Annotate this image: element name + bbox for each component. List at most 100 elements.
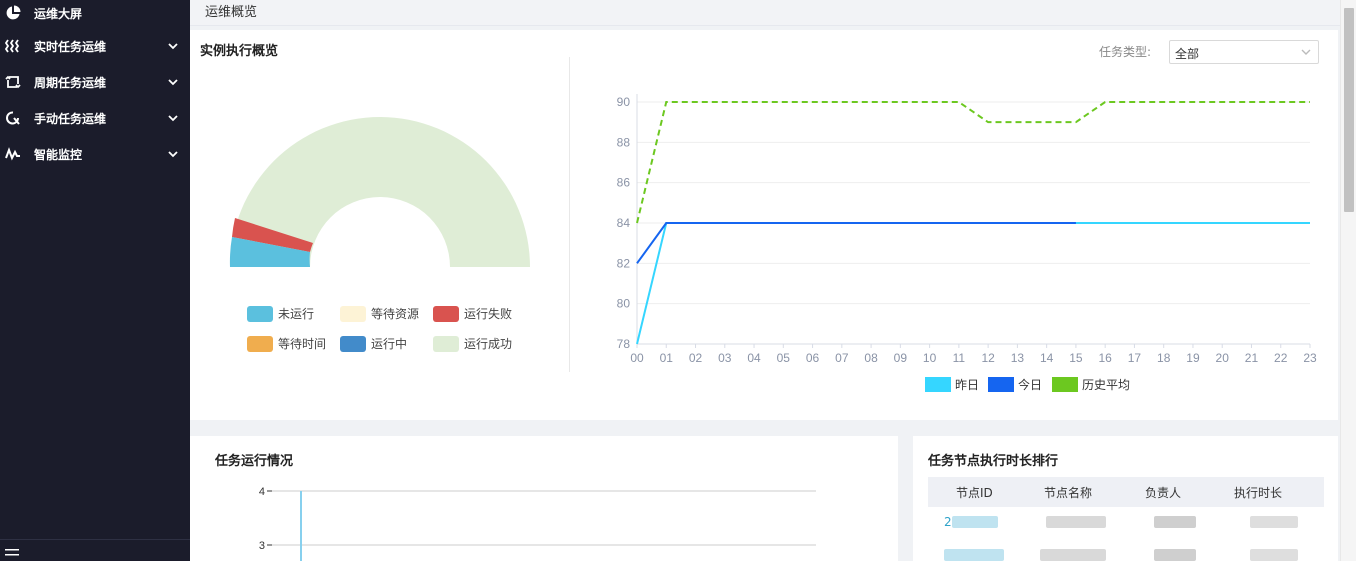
x-tick-label: 00 (630, 351, 644, 365)
series-line-历史平均 (636, 101, 1310, 224)
pie-chart-icon (4, 4, 22, 22)
legend-item-waiting-resource[interactable]: 等待资源 (340, 305, 419, 322)
cycle-icon (4, 73, 22, 91)
task-type-value: 全部 (1175, 47, 1200, 61)
breadcrumb: 运维概览 (205, 5, 258, 20)
task-type-label: 任务类型: (1099, 45, 1152, 59)
page-scrollbar[interactable] (1340, 0, 1356, 561)
rank-table-header: 节点ID 节点名称 负责人 执行时长 (928, 477, 1324, 507)
legend-label: 未运行 (278, 307, 315, 321)
sidebar-footer (0, 539, 190, 561)
manual-icon (4, 109, 22, 127)
x-tick-label: 11 (953, 351, 966, 365)
sidebar-item-label: 实时任务运维 (34, 39, 107, 54)
x-tick-label: 20 (1216, 351, 1230, 365)
x-tick-label: 14 (1040, 351, 1054, 365)
x-tick-label: 03 (718, 351, 732, 365)
column-header-node-id[interactable]: 节点ID (956, 484, 993, 501)
table-row[interactable]: 2 (928, 507, 1324, 537)
x-tick-label: 10 (923, 351, 937, 365)
sidebar-item-label: 运维大屏 (34, 6, 83, 21)
line-legend-today[interactable]: 今日 (988, 376, 1042, 393)
top-bar: 运维概览 (190, 0, 1340, 26)
x-tick-label: 12 (981, 351, 995, 365)
x-tick-label: 08 (864, 351, 878, 365)
y-tick-label: 82 (617, 256, 631, 270)
chevron-down-icon (167, 75, 181, 89)
owner-blurred (1154, 516, 1196, 528)
legend-label: 昨日 (955, 378, 980, 392)
legend-swatch (247, 305, 273, 322)
overview-title: 实例执行概览 (200, 44, 279, 59)
x-tick-label: 05 (777, 351, 791, 365)
legend-swatch (925, 377, 951, 392)
legend-label: 历史平均 (1082, 378, 1131, 392)
legend-label: 今日 (1018, 378, 1043, 392)
task-run-title: 任务运行情况 (215, 454, 294, 469)
legend-item-waiting-time[interactable]: 等待时间 (247, 335, 326, 352)
sidebar-item-manual[interactable]: 手动任务运维 (0, 100, 190, 136)
legend-item-success[interactable]: 运行成功 (433, 335, 512, 352)
node-id-blurred[interactable] (944, 549, 1004, 561)
scrollbar-thumb[interactable] (1344, 8, 1354, 212)
node-id-prefix: 2 (944, 515, 952, 529)
y-tick-label: 86 (617, 176, 631, 190)
legend-swatch (247, 335, 273, 352)
duration-blurred (1250, 549, 1298, 561)
panel-divider (569, 57, 570, 372)
x-tick-label: 18 (1157, 351, 1171, 365)
table-row[interactable] (928, 540, 1324, 561)
column-header-node-name[interactable]: 节点名称 (1044, 484, 1092, 501)
duration-rank-title: 任务节点执行时长排行 (928, 454, 1059, 469)
legend-label: 运行中 (371, 337, 408, 351)
legend-label: 等待资源 (371, 307, 420, 321)
legend-item-failed[interactable]: 运行失败 (433, 305, 512, 322)
instance-line-chart: 78 80 82 84 86 88 90 00 01 02 03 04 05 06 07 08 09 10 11 12… (617, 94, 1317, 365)
column-header-duration[interactable]: 执行时长 (1234, 484, 1282, 501)
sidebar: 运维大屏 实时任务运维 周期任务运维 手动任务运维 智能监控 (0, 0, 190, 561)
legend-swatch (340, 305, 366, 322)
line-legend-yesterday[interactable]: 昨日 (925, 376, 979, 393)
legend-swatch (1052, 377, 1078, 392)
y-tick-label: 90 (617, 95, 631, 109)
sidebar-item-periodic[interactable]: 周期任务运维 (0, 64, 190, 100)
legend-item-not-run[interactable]: 未运行 (247, 305, 314, 322)
owner-blurred (1154, 549, 1196, 561)
legend-swatch (433, 335, 459, 352)
monitor-wave-icon (4, 145, 22, 163)
node-id-blurred[interactable] (952, 516, 998, 528)
x-tick-label: 07 (835, 351, 849, 365)
sidebar-item-realtime[interactable]: 实时任务运维 (0, 28, 190, 64)
node-name-blurred (1040, 549, 1106, 561)
x-tick-label: 06 (806, 351, 820, 365)
x-tick-label: 19 (1186, 351, 1200, 365)
legend-swatch (988, 377, 1014, 392)
sidebar-item-label: 手动任务运维 (34, 111, 107, 126)
menu-collapse-icon[interactable] (5, 547, 19, 561)
status-gauge-chart (229, 117, 530, 267)
stream-icon (4, 37, 22, 55)
y-tick-label: 3 (259, 540, 265, 552)
legend-item-running[interactable]: 运行中 (340, 335, 407, 352)
task-run-chart: 4 3 (259, 486, 816, 561)
legend-label: 运行失败 (464, 307, 513, 321)
x-tick-label: 15 (1069, 351, 1083, 365)
series-line-昨日 (636, 222, 1310, 345)
y-tick-label: 78 (617, 337, 631, 351)
x-tick-label: 04 (747, 351, 761, 365)
line-legend-history-avg[interactable]: 历史平均 (1052, 376, 1130, 393)
sidebar-item-monitor[interactable]: 智能监控 (0, 136, 190, 172)
legend-swatch (340, 335, 366, 352)
x-tick-label: 22 (1274, 351, 1288, 365)
y-tick-label: 84 (617, 216, 631, 230)
sidebar-item-dashboard[interactable]: 运维大屏 (0, 0, 190, 26)
task-type-select[interactable]: 全部 (1169, 40, 1319, 64)
series-line-今日 (636, 222, 1076, 264)
legend-swatch (433, 305, 459, 322)
column-header-owner[interactable]: 负责人 (1145, 484, 1181, 501)
x-tick-label: 16 (1098, 351, 1112, 365)
y-tick-label: 4 (259, 486, 265, 498)
node-name-blurred (1046, 516, 1106, 528)
x-tick-label: 09 (894, 351, 908, 365)
chevron-down-icon (167, 147, 181, 161)
